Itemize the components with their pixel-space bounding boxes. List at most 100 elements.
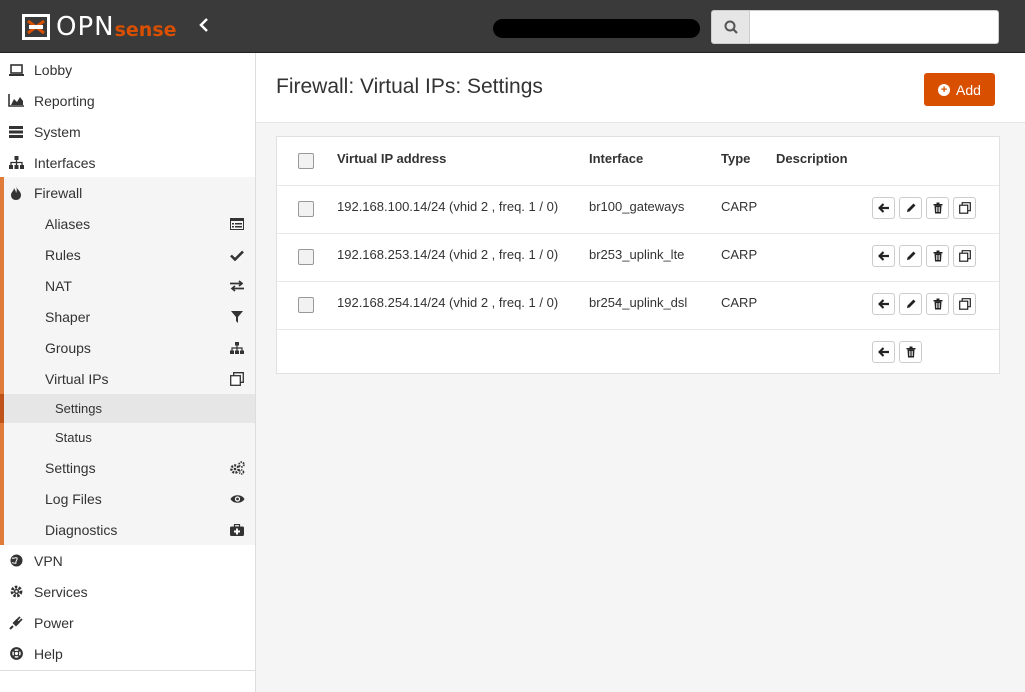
sidebar-item-label: Reporting bbox=[34, 92, 95, 109]
column-header-type[interactable]: Type bbox=[721, 151, 750, 166]
clone-button[interactable] bbox=[953, 245, 976, 267]
sidebar-item-label: Services bbox=[34, 583, 88, 600]
table-row: 192.168.254.14/24 (vhid 2 , freq. 1 / 0)… bbox=[277, 282, 999, 330]
table-footer-row bbox=[277, 330, 999, 373]
select-all-checkbox[interactable] bbox=[298, 153, 314, 169]
virtual-ips-table: Virtual IP address Interface Type Descri… bbox=[276, 136, 1000, 374]
clone-icon bbox=[958, 298, 971, 310]
plug-icon bbox=[8, 615, 24, 631]
move-selected-button[interactable] bbox=[872, 341, 895, 363]
life-ring-icon bbox=[8, 646, 24, 662]
cog-icon bbox=[8, 584, 24, 600]
row-checkbox[interactable] bbox=[298, 297, 314, 313]
column-header-interface[interactable]: Interface bbox=[589, 151, 643, 166]
pencil-icon bbox=[906, 251, 915, 260]
search-button[interactable] bbox=[711, 10, 750, 44]
pencil-icon bbox=[906, 299, 915, 308]
sidebar-item-help[interactable]: Help bbox=[0, 638, 255, 669]
sidebar-item-nat[interactable]: NAT bbox=[0, 270, 255, 301]
arrow-left-icon bbox=[877, 251, 889, 261]
add-button-label: Add bbox=[956, 81, 981, 98]
sidebar-item-virtual-ips[interactable]: Virtual IPs bbox=[0, 363, 255, 394]
column-header-description[interactable]: Description bbox=[776, 151, 848, 166]
cogs-icon bbox=[229, 460, 245, 476]
row-actions bbox=[872, 245, 976, 267]
row-actions bbox=[872, 197, 976, 219]
sidebar-item-reporting[interactable]: Reporting bbox=[0, 85, 255, 116]
sidebar-item-aliases[interactable]: Aliases bbox=[0, 208, 255, 239]
sidebar-item-vip-status[interactable]: Status bbox=[0, 423, 255, 452]
sidebar-item-shaper[interactable]: Shaper bbox=[0, 301, 255, 332]
edit-button[interactable] bbox=[899, 245, 922, 267]
sidebar-item-vpn[interactable]: VPN bbox=[0, 545, 255, 576]
delete-button[interactable] bbox=[926, 245, 949, 267]
cell-address: 192.168.100.14/24 (vhid 2 , freq. 1 / 0) bbox=[337, 199, 559, 214]
logo-icon bbox=[20, 12, 52, 42]
sidebar-item-vip-settings[interactable]: Settings bbox=[0, 394, 255, 423]
clone-icon bbox=[958, 250, 971, 262]
move-button[interactable] bbox=[872, 197, 895, 219]
chevron-left-icon[interactable] bbox=[198, 17, 210, 38]
list-alt-icon bbox=[229, 216, 245, 232]
fire-icon bbox=[8, 185, 24, 201]
medkit-icon bbox=[229, 522, 245, 538]
sidebar-item-label: Groups bbox=[45, 339, 91, 356]
sidebar-item-diagnostics[interactable]: Diagnostics bbox=[0, 514, 255, 545]
firewall-menu-section: Firewall Aliases Rules NAT Shaper Groups… bbox=[0, 177, 255, 545]
cell-interface: br253_uplink_lte bbox=[589, 247, 685, 262]
clone-icon bbox=[229, 371, 245, 387]
laptop-icon bbox=[8, 62, 24, 78]
page-header: Firewall: Virtual IPs: Settings + Add bbox=[256, 53, 1025, 123]
add-button[interactable]: + Add bbox=[924, 73, 995, 106]
arrow-left-icon bbox=[877, 203, 889, 213]
exchange-icon bbox=[229, 278, 245, 294]
logo-text: OPN bbox=[56, 12, 115, 42]
row-checkbox[interactable] bbox=[298, 201, 314, 217]
divider bbox=[0, 670, 255, 671]
check-icon bbox=[229, 247, 245, 263]
sidebar-item-groups[interactable]: Groups bbox=[0, 332, 255, 363]
sidebar: Lobby Reporting System Interfaces Firewa… bbox=[0, 53, 256, 692]
sidebar-item-firewall-settings[interactable]: Settings bbox=[0, 452, 255, 483]
sidebar-item-system[interactable]: System bbox=[0, 116, 255, 147]
sidebar-item-label: VPN bbox=[34, 552, 63, 569]
sidebar-item-label: Settings bbox=[45, 459, 96, 476]
edit-button[interactable] bbox=[899, 293, 922, 315]
sidebar-item-power[interactable]: Power bbox=[0, 607, 255, 638]
arrow-left-icon bbox=[877, 299, 889, 309]
clone-button[interactable] bbox=[953, 197, 976, 219]
sidebar-item-interfaces[interactable]: Interfaces bbox=[0, 147, 255, 178]
eye-icon bbox=[229, 491, 245, 507]
filter-icon bbox=[229, 309, 245, 325]
sidebar-item-firewall[interactable]: Firewall bbox=[0, 177, 255, 208]
cell-address: 192.168.253.14/24 (vhid 2 , freq. 1 / 0) bbox=[337, 247, 559, 262]
cell-interface: br100_gateways bbox=[589, 199, 685, 214]
trash-icon bbox=[933, 298, 942, 310]
sidebar-item-rules[interactable]: Rules bbox=[0, 239, 255, 270]
edit-button[interactable] bbox=[899, 197, 922, 219]
logo-text-sense: sense bbox=[114, 19, 177, 41]
sidebar-item-services[interactable]: Services bbox=[0, 576, 255, 607]
globe-icon bbox=[8, 553, 24, 569]
clone-button[interactable] bbox=[953, 293, 976, 315]
move-button[interactable] bbox=[872, 293, 895, 315]
opnsense-logo[interactable]: OPN sense bbox=[20, 12, 177, 42]
delete-button[interactable] bbox=[926, 293, 949, 315]
sidebar-item-label: Diagnostics bbox=[45, 521, 118, 538]
trash-icon bbox=[933, 250, 942, 262]
column-header-address[interactable]: Virtual IP address bbox=[337, 151, 446, 166]
delete-selected-button[interactable] bbox=[899, 341, 922, 363]
sidebar-item-lobby[interactable]: Lobby bbox=[0, 54, 255, 85]
plus-circle-icon: + bbox=[938, 83, 951, 96]
sidebar-item-log-files[interactable]: Log Files bbox=[0, 483, 255, 514]
move-button[interactable] bbox=[872, 245, 895, 267]
sidebar-item-label: Firewall bbox=[34, 184, 83, 201]
search-input[interactable] bbox=[750, 10, 999, 44]
row-checkbox[interactable] bbox=[298, 249, 314, 265]
table-header-row: Virtual IP address Interface Type Descri… bbox=[277, 137, 999, 186]
cell-type: CARP bbox=[721, 295, 758, 310]
delete-button[interactable] bbox=[926, 197, 949, 219]
sidebar-item-label: Interfaces bbox=[34, 154, 96, 171]
sidebar-item-label: Rules bbox=[45, 246, 81, 263]
cell-interface: br254_uplink_dsl bbox=[589, 295, 688, 310]
